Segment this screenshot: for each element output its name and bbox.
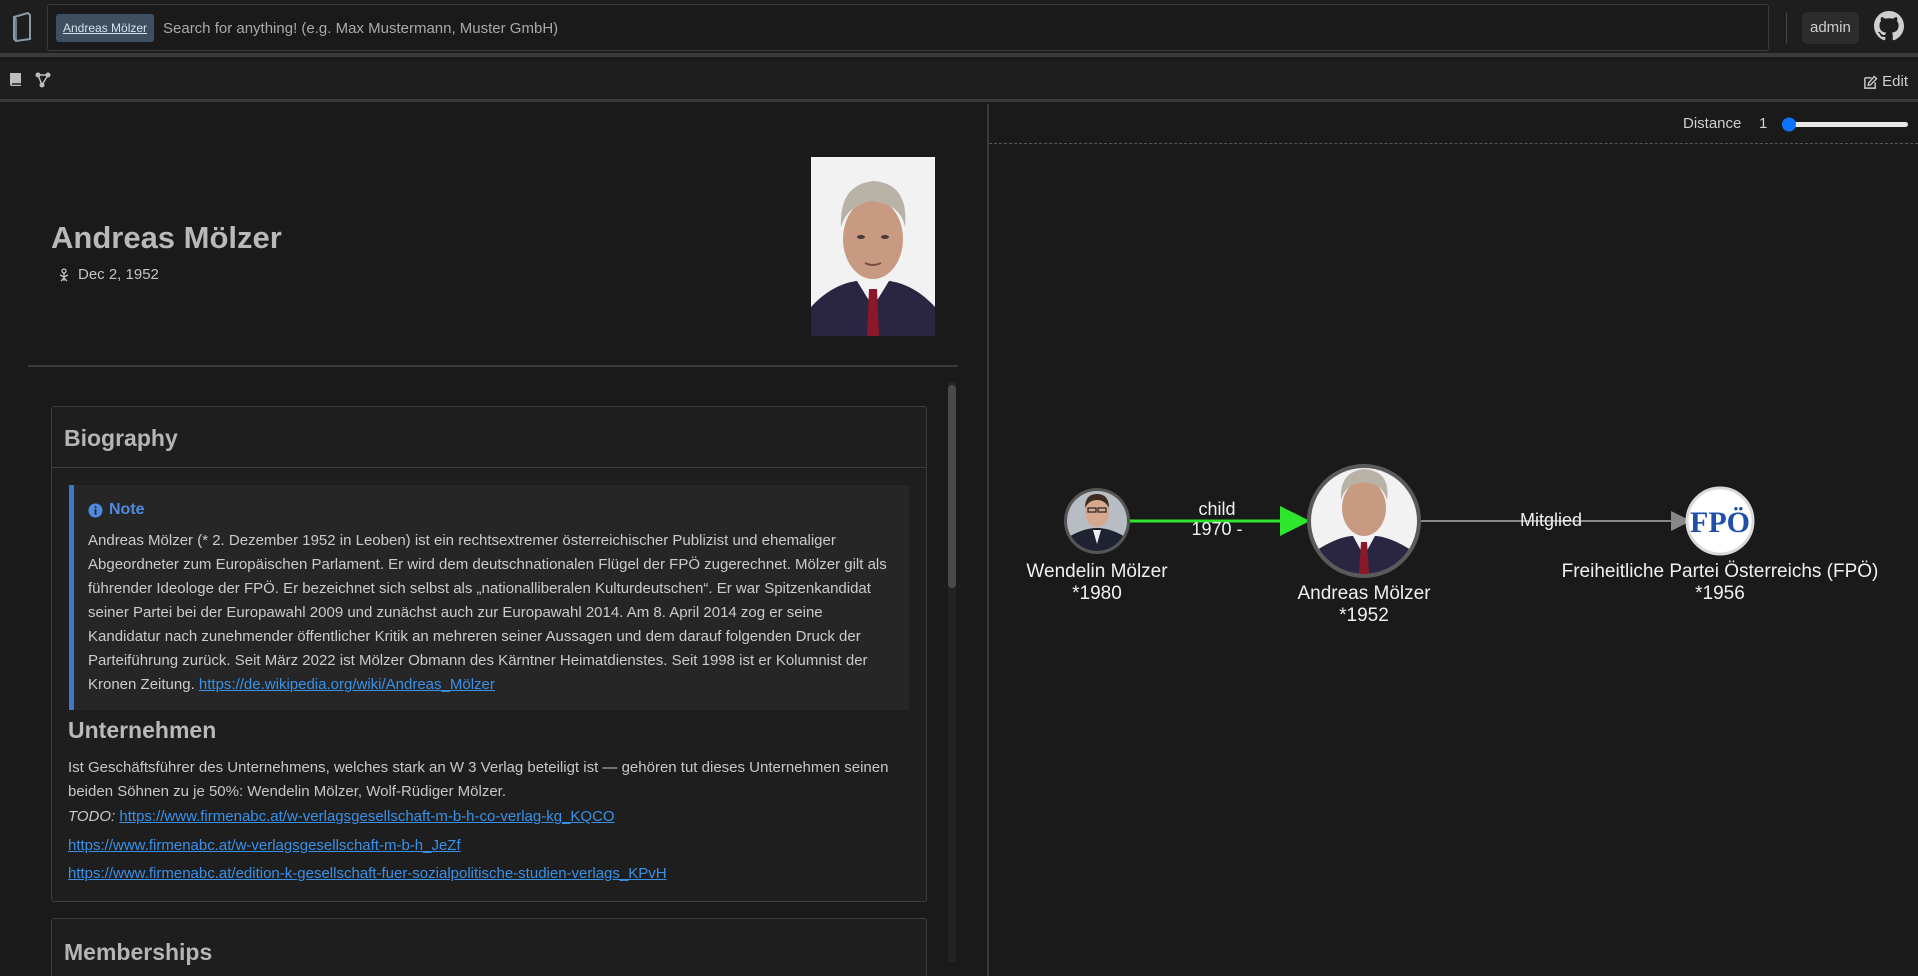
- node-wendelin-year: *1980: [1072, 583, 1122, 604]
- birth-date-text: Dec 2, 1952: [78, 266, 159, 283]
- biography-title: Biography: [52, 407, 926, 468]
- wikipedia-link[interactable]: https://de.wikipedia.org/wiki/Andreas_Mö…: [199, 676, 495, 693]
- info-icon: [88, 502, 103, 518]
- node-fpoe-name: Freiheitliche Partei Österreichs (FPÖ): [1561, 561, 1879, 582]
- birth-date: Dec 2, 1952: [58, 266, 159, 283]
- note-callout: Note Andreas Mölzer (* 2. Dezember 1952 …: [69, 485, 909, 710]
- todo-line: TODO: https://www.firmenabc.at/w-verlags…: [68, 808, 615, 825]
- edge-label-child: child 1970 -: [1191, 499, 1242, 539]
- node-andreas-year: *1952: [1339, 605, 1389, 626]
- app-logo-icon[interactable]: [10, 11, 34, 43]
- graph-pane: FPÖ Distance 1 child 1970 - Mitglied Wen…: [989, 104, 1918, 976]
- scrollbar-thumb[interactable]: [948, 385, 956, 588]
- memberships-title: Memberships: [64, 939, 213, 965]
- node-fpoe-year: *1956: [1695, 583, 1745, 604]
- graph-node-wendelin[interactable]: [1064, 488, 1130, 554]
- distance-control: Distance 1: [989, 104, 1918, 144]
- user-menu-button[interactable]: admin: [1802, 12, 1859, 44]
- person-portrait: [811, 157, 935, 336]
- edge-label-mitglied: Mitglied: [1519, 510, 1583, 530]
- note-header: Note: [88, 501, 893, 519]
- node-label-andreas: Andreas Mölzer *1952: [1297, 583, 1430, 627]
- relationship-graph[interactable]: FPÖ: [989, 104, 1918, 976]
- biography-card: Biography Note Andreas Mölzer (* 2. Deze…: [51, 406, 927, 902]
- top-bar: Andreas Mölzer admin: [0, 0, 1918, 57]
- fpoe-logo-text: FPÖ: [1690, 506, 1750, 539]
- note-title: Note: [109, 501, 145, 518]
- distance-slider[interactable]: [1780, 114, 1910, 134]
- toolbar: Edit: [0, 61, 1918, 102]
- edit-button-label: Edit: [1882, 73, 1908, 90]
- graph-node-andreas[interactable]: [1307, 464, 1421, 578]
- node-label-wendelin: Wendelin Mölzer *1980: [1026, 561, 1167, 605]
- edit-icon: [1864, 74, 1878, 89]
- unternehmen-heading: Unternehmen: [68, 717, 217, 743]
- active-entity-tag[interactable]: Andreas Mölzer: [56, 14, 155, 42]
- graph-node-fpoe[interactable]: FPÖ: [1685, 486, 1755, 556]
- note-text: Andreas Mölzer (* 2. Dezember 1952 in Le…: [88, 532, 887, 693]
- book-icon[interactable]: [7, 71, 25, 89]
- node-wendelin-name: Wendelin Mölzer: [1026, 561, 1168, 582]
- todo-label: TODO:: [68, 808, 116, 825]
- edge-child-label: child: [1198, 499, 1236, 519]
- birth-icon: [59, 267, 69, 281]
- page-title: Andreas Mölzer: [51, 220, 282, 255]
- memberships-card: Memberships: [51, 918, 927, 976]
- note-body: Andreas Mölzer (* 2. Dezember 1952 in Le…: [88, 529, 893, 697]
- github-icon[interactable]: [1874, 11, 1904, 41]
- header-divider-line: [28, 365, 958, 367]
- unternehmen-text: Ist Geschäftsführer des Unternehmens, we…: [68, 759, 889, 800]
- firmenabc-link-2[interactable]: https://www.firmenabc.at/w-verlagsgesell…: [68, 837, 461, 854]
- firmenabc-link-3[interactable]: https://www.firmenabc.at/edition-k-gesel…: [68, 865, 667, 882]
- search-input[interactable]: [163, 13, 1753, 43]
- edge-child-period: 1970 -: [1191, 519, 1243, 539]
- node-andreas-name: Andreas Mölzer: [1297, 583, 1431, 604]
- firmenabc-link-1[interactable]: https://www.firmenabc.at/w-verlagsgesell…: [119, 808, 614, 825]
- edit-button[interactable]: Edit: [1863, 71, 1908, 93]
- search-box[interactable]: Andreas Mölzer: [47, 4, 1769, 51]
- entity-detail-pane: Andreas Mölzer Dec 2, 1952 Biography Not…: [0, 104, 987, 976]
- distance-label: Distance: [1683, 115, 1742, 132]
- graph-network-icon[interactable]: [34, 71, 52, 89]
- header-divider: [1786, 13, 1787, 43]
- node-label-fpoe: Freiheitliche Partei Österreichs (FPÖ) *…: [1562, 561, 1879, 605]
- distance-value: 1: [1759, 115, 1768, 132]
